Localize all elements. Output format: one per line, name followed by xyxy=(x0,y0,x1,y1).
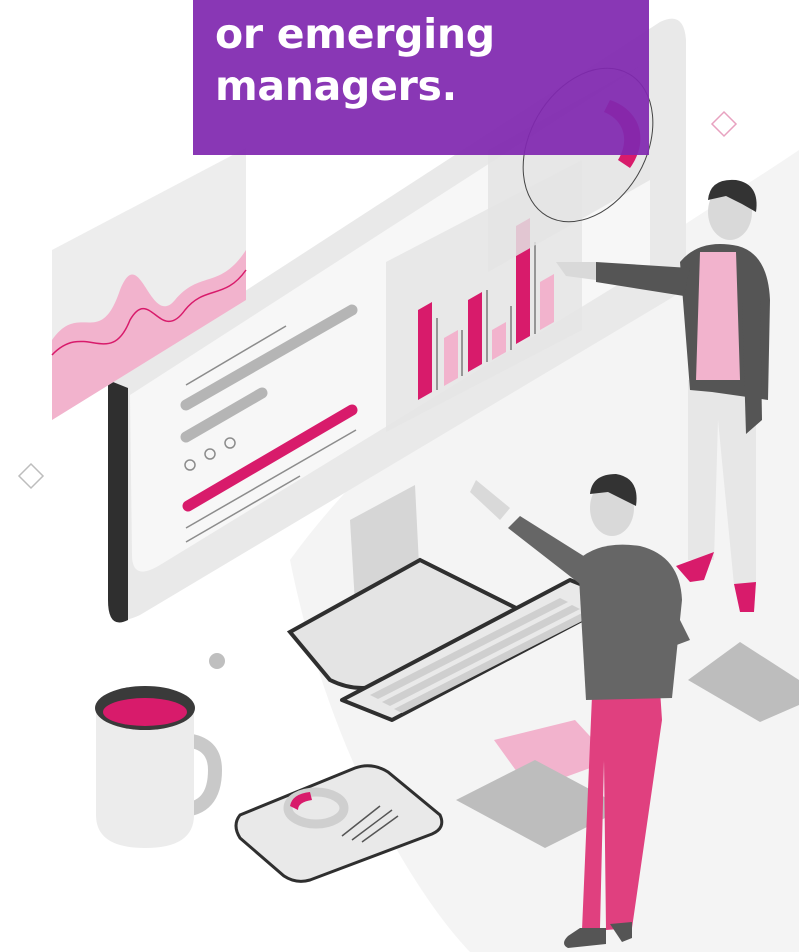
bar-chart-bar xyxy=(540,274,554,330)
diamond-outline-icon xyxy=(17,462,45,490)
bar-chart-bar xyxy=(418,302,432,400)
dot-decoration xyxy=(209,653,225,669)
headline-line-1: or emerging xyxy=(215,10,495,58)
bar-chart-bar xyxy=(468,292,482,372)
headline-line-2: managers. xyxy=(215,62,457,110)
monitor-bezel-edge xyxy=(108,380,128,623)
bar-chart-bar xyxy=(444,330,458,386)
headline-banner: or emerging managers. xyxy=(193,0,649,155)
diamond-outline-icon xyxy=(710,110,738,138)
coffee-liquid xyxy=(103,698,187,726)
